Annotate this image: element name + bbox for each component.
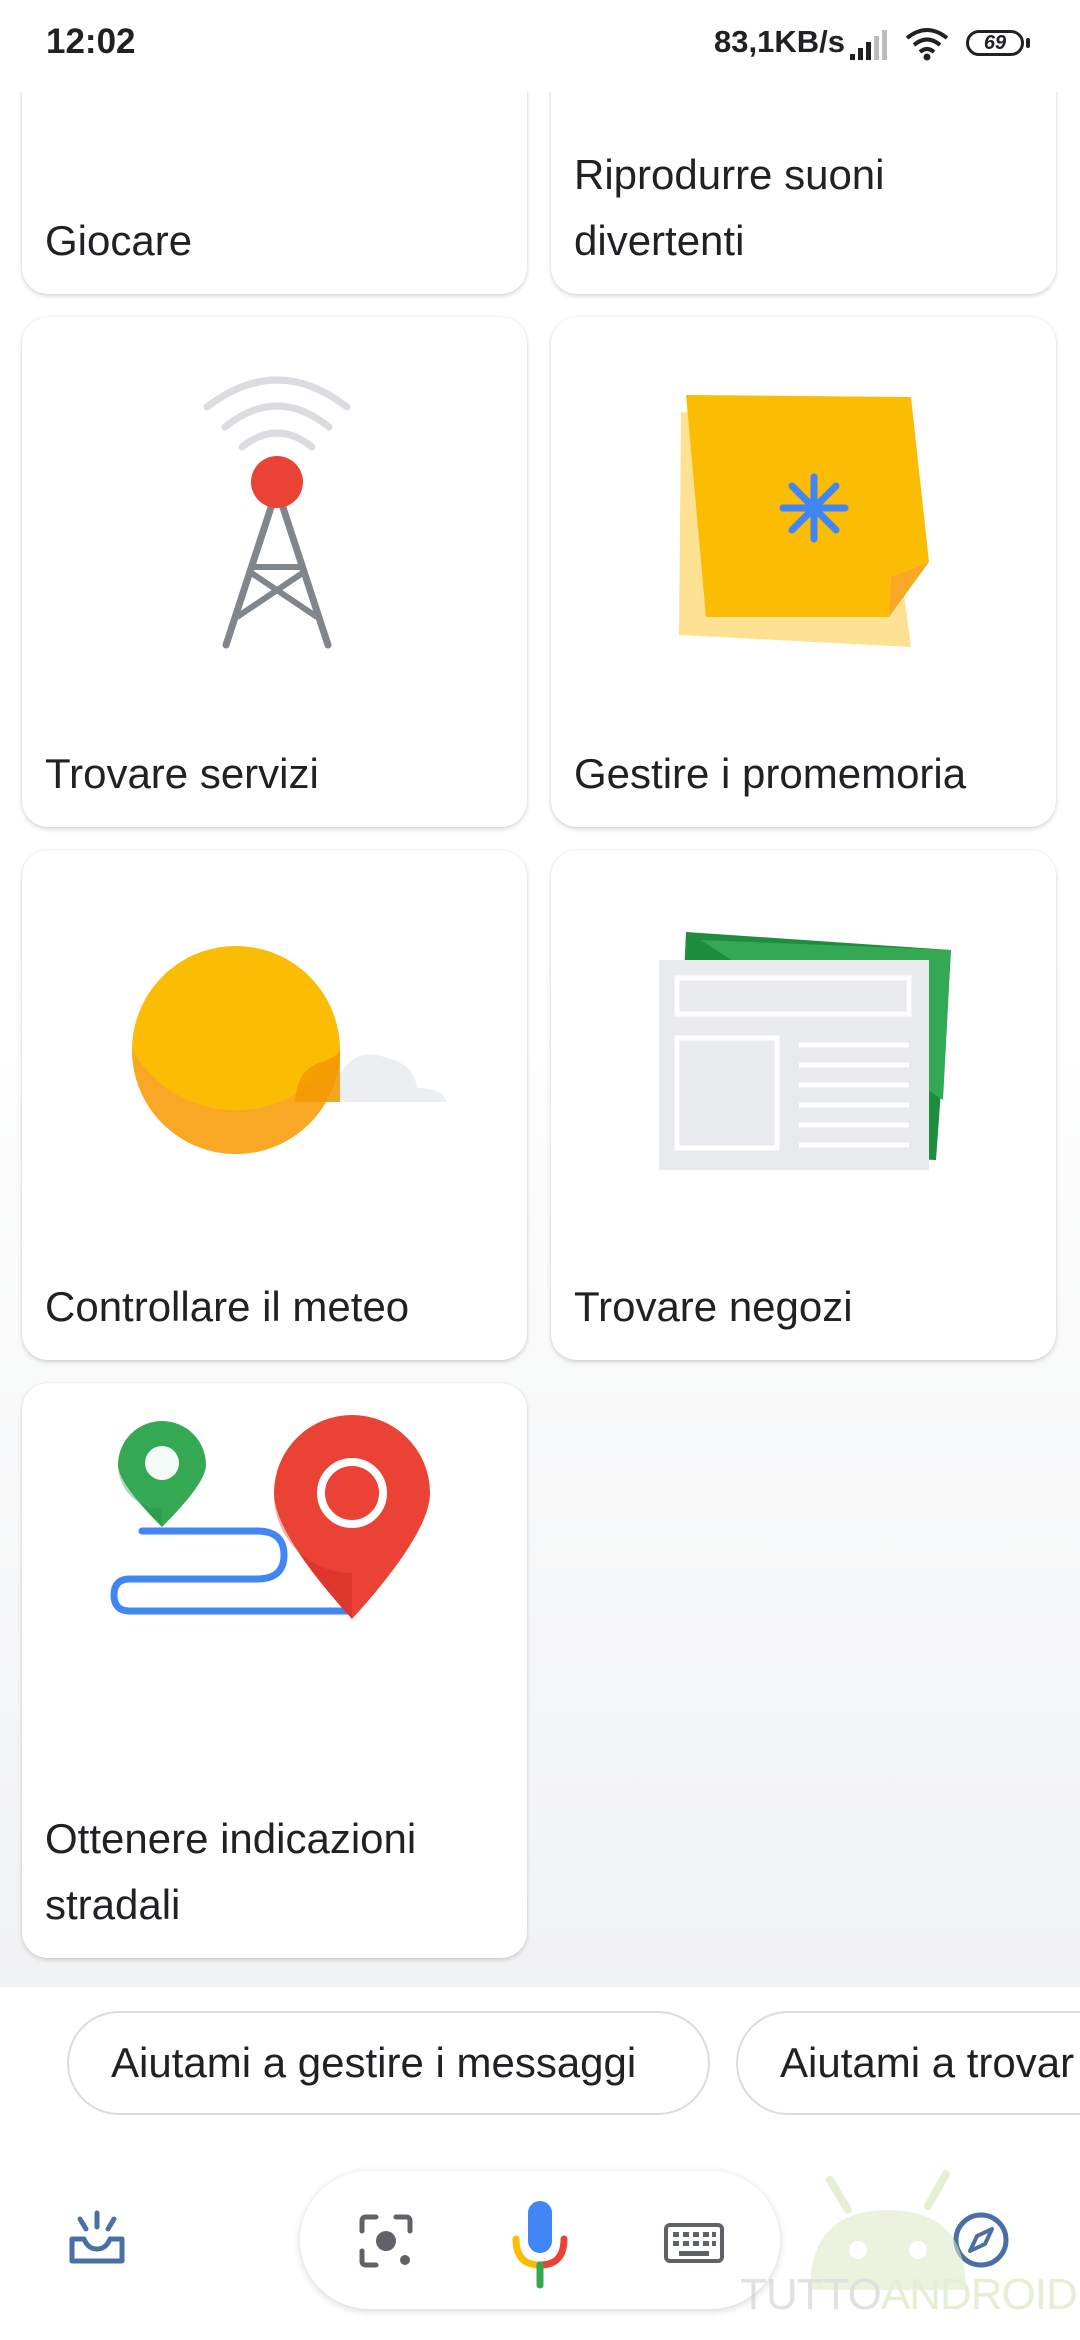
card-fun-sounds[interactable]: Riprodurre suoni divertenti (551, 92, 1056, 294)
bottom-bar (0, 2157, 1080, 2340)
keyboard-icon[interactable] (664, 2223, 724, 2263)
card-label: Gestire i promemoria (574, 750, 967, 797)
chip-label: Aiutami a trovar (780, 2039, 1075, 2086)
chip-manage-messages[interactable]: Aiutami a gestire i messaggi (67, 2011, 710, 2115)
sticky-note-reminder-icon (679, 395, 929, 647)
card-label: Trovare servizi (45, 750, 319, 797)
card-manage-reminders[interactable]: Gestire i promemoria (551, 317, 1056, 827)
lens-icon[interactable] (358, 2213, 414, 2269)
updates-tray-icon[interactable] (66, 2209, 128, 2267)
sun-cloud-weather-icon (132, 946, 447, 1154)
card-label: Riprodurre suoni divertenti (574, 151, 885, 264)
compass-icon[interactable] (952, 2211, 1010, 2269)
wifi-icon (905, 28, 949, 61)
battery-indicator: 69 (966, 30, 1024, 56)
microphone-icon[interactable] (510, 2199, 570, 2289)
status-bar: 12:02 83,1KB/s 69 (0, 0, 1080, 92)
card-label: Giocare (45, 217, 193, 264)
card-label: Controllare il meteo (45, 1283, 410, 1330)
radio-tower-icon (203, 376, 351, 649)
card-label: Ottenere indicazioni stradali (45, 1815, 417, 1928)
signal-icon (850, 30, 887, 60)
map-route-pins-icon (110, 1415, 430, 1619)
status-time: 12:02 (46, 22, 136, 61)
card-find-services[interactable]: Trovare servizi (22, 317, 527, 827)
network-speed: 83,1KB/s (714, 24, 845, 59)
newspaper-icon (659, 932, 951, 1170)
battery-tip (1026, 38, 1030, 48)
suggestion-chips[interactable]: Aiutami a gestire i messaggi Aiutami a t… (0, 1987, 1080, 2157)
card-check-weather[interactable]: Controllare il meteo (22, 850, 527, 1360)
chip-label: Aiutami a gestire i messaggi (111, 2039, 637, 2086)
card-find-shops[interactable]: Trovare negozi (551, 850, 1056, 1360)
card-get-directions[interactable]: Ottenere indicazioni stradali (22, 1383, 527, 1958)
card-play[interactable]: Giocare (22, 92, 527, 294)
card-label: Trovare negozi (574, 1283, 853, 1330)
actions-feed[interactable]: Giocare Riprodurre suoni divertenti Trov… (0, 92, 1080, 1987)
chip-find[interactable]: Aiutami a trovar (736, 2011, 1080, 2115)
